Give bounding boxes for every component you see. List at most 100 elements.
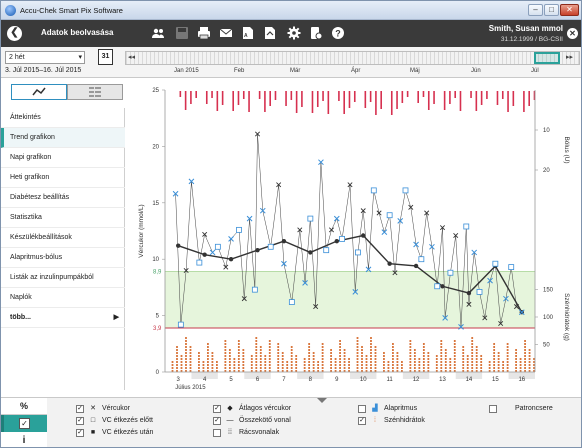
carb-bar-segment [339,346,341,348]
carb-bar-segment [528,349,531,351]
average-point [202,252,207,257]
y-tick-label: 10 [152,257,159,263]
legend-checkbox[interactable] [213,429,221,437]
carb-bar-segment [334,364,337,366]
window-close-button[interactable]: ✕ [560,4,579,16]
table-view-button[interactable] [67,84,123,100]
nav-item-weekly[interactable]: Heti grafikon [1,168,125,188]
nav-item-statistics[interactable]: Statisztika [1,208,125,228]
carb-bar-segment [171,364,174,366]
help-icon[interactable]: ? [331,26,345,40]
carb-bar-segment [440,340,443,342]
carb-bar-segment [198,355,200,357]
x-sub-label: Július 2015 [175,385,206,391]
carb-bar-segment [444,361,447,363]
trend-chart[interactable]: 8,9 3,9 0 5 10 15 20 25 Vércukor (mmol/L) 10 20 50 1… [125,84,581,396]
nav-item-basal-bolus[interactable]: Alapritmus-bólus [1,248,125,268]
legend-checkbox[interactable] [358,405,366,413]
period-select[interactable]: 2 hét ▾ [5,51,85,64]
carb-bar-segment [453,361,456,363]
nav-item-logbooks[interactable]: Naplók [1,288,125,308]
carb-bar-segment [506,358,509,360]
line-chart-icon [32,87,46,96]
read-data-button[interactable]: Adatok beolvasása [41,28,113,37]
legend-checkbox[interactable]: ✓ [213,405,221,413]
nav-item-overview[interactable]: Áttekintés [1,108,125,128]
bolus-bar [242,91,245,99]
carb-bar-segment [515,349,517,351]
legend-tab[interactable]: ✓ [1,415,47,432]
trend-chart-svg[interactable]: 8,9 3,9 0 5 10 15 20 25 Vércukor (mmol/L) 10 20 50 1… [125,84,581,396]
carb-bar-segment [224,343,227,345]
print-icon[interactable] [197,26,211,40]
legend-checkbox[interactable]: ✓ [76,417,84,425]
average-point [281,238,287,244]
carb-bar-segment [295,355,298,357]
carb-bar-segment [295,367,298,369]
nav-item-daily[interactable]: Napi grafikon [1,148,125,168]
carb-bar-segment [242,355,245,357]
main-toolbar: ❮ Adatok beolvasása A ? Smith, Susan mmo… [1,20,581,47]
legend-checkbox[interactable]: ✓ [76,405,84,413]
legend-checkbox[interactable]: ✓ [358,417,366,425]
users-icon[interactable] [151,26,165,40]
info-tab[interactable]: i [1,432,47,447]
carb-bar-segment [176,364,178,366]
carb-bar-segment [290,358,293,360]
timeline-selection-handle[interactable] [534,52,560,64]
save-icon[interactable] [175,26,189,40]
carb-bar-segment [422,346,425,348]
minimize-button[interactable]: – [528,4,543,16]
maximize-button[interactable]: □ [544,4,559,16]
pdf-icon[interactable]: A [241,26,255,40]
close-icon[interactable]: ✕ [567,28,578,39]
carb-bar-segment [475,355,478,357]
carb-bar-segment [308,358,311,360]
carb-bar-segment [361,346,363,348]
carb-bar-segment [356,337,359,339]
carb-bar-segment [171,367,174,369]
arrow-left-icon[interactable]: ❮ [7,26,22,41]
carb-bar-segment [202,364,205,366]
carb-bar-segment [493,355,496,357]
gear-icon[interactable] [287,26,301,40]
bolus-bar [475,91,478,111]
chart-view-button[interactable] [11,84,67,100]
carb-bar-segment [413,355,416,357]
nav-item-pump-lists[interactable]: Listák az inzulinpumpákból [1,268,125,288]
legend-collapse-icon[interactable] [317,398,327,403]
nav-item-device-settings[interactable]: Készülékbeállítások [1,228,125,248]
x-tick-label: 13 [439,377,446,383]
legend-checkbox[interactable]: ✓ [213,417,221,425]
carb-bar-segment [237,343,240,345]
nav-item-more[interactable]: több... ▶ [1,308,125,328]
carb-bar-segment [339,349,341,351]
carb-bar-segment [339,355,341,357]
mail-icon[interactable] [219,26,233,40]
carb-bar-segment [466,358,469,360]
y-tick-label: 5 [156,314,160,320]
percent-tab[interactable]: % [1,398,47,415]
carb-bar-segment [401,361,403,363]
app-window: Accu-Chek Smart Pix Software – □ ✕ ❮ Ada… [0,0,582,448]
calendar-icon[interactable]: 31 [98,49,113,65]
device-settings-icon[interactable] [309,26,323,40]
timeline-prev-icon[interactable]: ◂◂ [128,52,135,64]
pdf-export-icon[interactable] [263,26,277,40]
timeline-next-icon[interactable]: ▸▸ [566,52,573,64]
carb-bar-segment [224,346,227,348]
legend-checkbox[interactable] [489,405,497,413]
carb-bar-segment [383,352,385,354]
carb-bar-segment [348,358,350,360]
carb-tick-label: 100 [543,315,554,321]
nav-item-diabetes-settings[interactable]: Diabétesz beállítás [1,188,125,208]
timeline-scrubber[interactable]: ◂◂ ▸▸ [125,51,580,65]
bolus-bar [454,91,456,98]
legend-checkbox[interactable]: ✓ [76,429,84,437]
carb-bar-segment [250,361,253,363]
nav-item-trend[interactable]: Trend grafikon [1,128,125,148]
carb-bar-segment [471,340,474,342]
carb-bar-segment [413,358,416,360]
carb-bar-segment [374,358,377,360]
carb-bar-segment [321,367,324,369]
